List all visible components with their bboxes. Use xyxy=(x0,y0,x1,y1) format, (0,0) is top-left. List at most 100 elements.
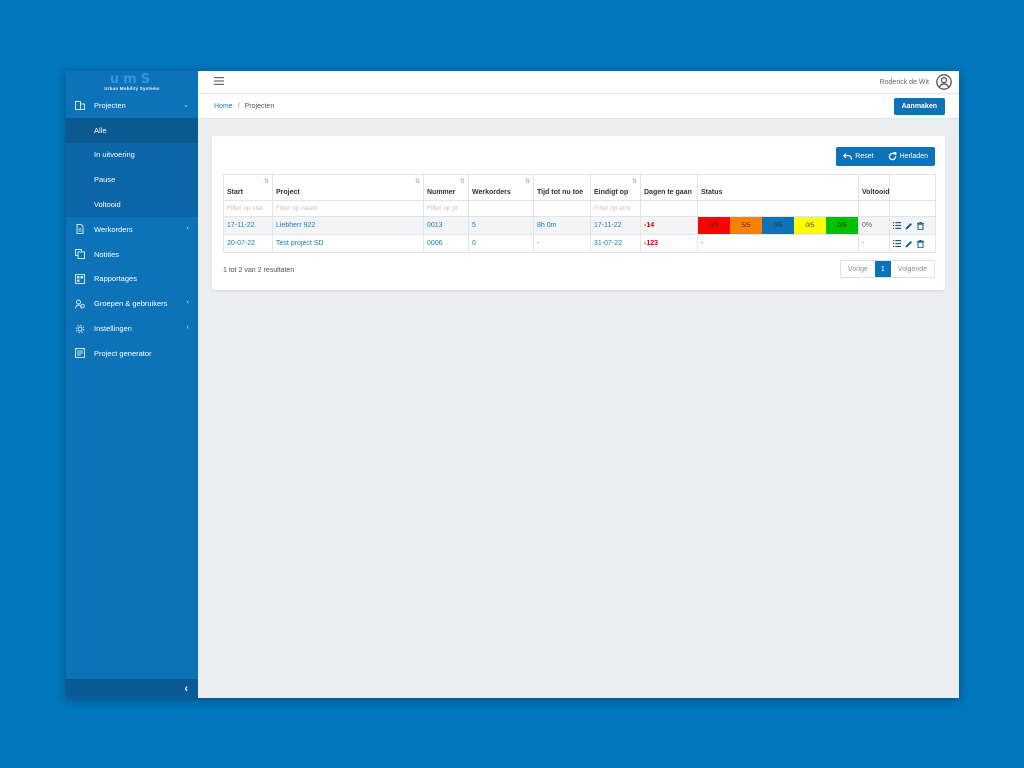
column-header-label: Voltooid xyxy=(862,189,890,196)
sidebar: umS Urban Mobility Systems Projecten ⌄ A… xyxy=(66,71,198,698)
filter-project-input[interactable]: Filter op naam xyxy=(272,200,424,217)
cell-tijd: - xyxy=(533,234,591,253)
cell-nummer[interactable]: 0013 xyxy=(423,216,469,235)
list-icon[interactable] xyxy=(893,240,901,247)
gear-icon xyxy=(75,324,85,334)
topbar: Roderick de Wit xyxy=(198,71,959,94)
breadcrumb-current: Projecten xyxy=(244,102,275,110)
sidebar-item-projecten[interactable]: Projecten ⌄ xyxy=(66,93,198,118)
cell-werkorders[interactable]: 0 xyxy=(468,234,534,253)
list-icon[interactable] xyxy=(893,222,901,229)
sidebar-subitem-label: Alle xyxy=(94,125,107,135)
sidebar-item-rapportages[interactable]: Rapportages xyxy=(66,267,198,292)
breadcrumb: Home / Projecten xyxy=(214,103,274,110)
cell-project[interactable]: Liebherr 922 xyxy=(272,216,424,235)
sidebar-item-instellingen[interactable]: Instellingen ‹ xyxy=(66,316,198,341)
sidebar-item-notities[interactable]: Notities xyxy=(66,242,198,267)
sidebar-subitem-alle[interactable]: Alle xyxy=(66,117,198,143)
sidebar-item-groepen-gebruikers[interactable]: Groepen & gebruikers ‹ xyxy=(66,291,198,316)
sidebar-subitem-label: Voltooid xyxy=(94,200,121,210)
sidebar-item-label: Rapportages xyxy=(94,274,137,284)
user-menu[interactable]: Roderick de Wit xyxy=(880,74,952,90)
filter-empty xyxy=(468,200,534,217)
cell-eindigt[interactable]: 31-07-22 xyxy=(590,234,641,253)
results-summary: 1 tot 2 van 2 resultaten xyxy=(223,267,295,274)
sidebar-item-werkorders[interactable]: Werkorders ‹ xyxy=(66,217,198,242)
sort-icon: ⇅ xyxy=(524,179,530,185)
delete-icon[interactable] xyxy=(917,221,924,230)
column-header-label: Status xyxy=(701,189,723,196)
column-header-voltooid: Voltooid xyxy=(858,174,890,201)
delete-icon[interactable] xyxy=(917,239,924,248)
column-header-tijd: Tijd tot nu toe xyxy=(533,174,591,201)
report-icon xyxy=(75,273,85,284)
cell-tijd[interactable]: 8h 0m xyxy=(533,216,591,235)
logo-subtitle: Urban Mobility Systems xyxy=(104,85,160,91)
sidebar-item-label: Werkorders xyxy=(94,224,133,234)
projects-card: Reset Herladen ↓⇅ Start ⇅ Project ⇅ Nummer xyxy=(212,136,945,290)
status-bar: 0/5 5/5 0/5 0/5 0/5 xyxy=(698,217,858,234)
column-header-label: Eindigt op xyxy=(594,189,629,196)
filter-row: Filter op star Filter op naam Filter op … xyxy=(223,200,936,217)
cell-nummer[interactable]: 0006 xyxy=(423,234,469,253)
logo[interactable]: umS Urban Mobility Systems xyxy=(66,71,198,93)
document-icon xyxy=(75,224,85,235)
app-window: umS Urban Mobility Systems Projecten ⌄ A… xyxy=(66,71,959,698)
sidebar-subitem-pause[interactable]: Pause xyxy=(66,167,198,192)
cell-status: - xyxy=(697,234,859,253)
pagination-next-button[interactable]: Volgende xyxy=(891,261,934,277)
chevron-left-icon: ‹ xyxy=(186,324,189,332)
menu-icon[interactable] xyxy=(214,76,224,88)
column-header-label: Start xyxy=(227,189,243,196)
cell-dagen: -123 xyxy=(640,234,698,253)
sidebar-item-label: Projecten xyxy=(94,100,126,110)
row-actions xyxy=(893,239,932,248)
sidebar-subitem-label: In uitvoering xyxy=(94,150,135,160)
breadcrumb-home-link[interactable]: Home xyxy=(214,103,233,110)
sidebar-submenu: Alle In uitvoering Pause Voltooid xyxy=(66,117,198,217)
filter-eindigt-input[interactable]: Filter op einc xyxy=(590,200,641,217)
column-header-label: Tijd tot nu toe xyxy=(537,189,584,196)
column-header-eindigt-op[interactable]: ⇅ Eindigt op xyxy=(590,174,641,201)
table-row[interactable]: 20-07-22 Test project SD 0006 0 - 31-07-… xyxy=(223,234,936,253)
filter-nummer-input[interactable]: Filter op pr xyxy=(423,200,469,217)
cell-start[interactable]: 17-11-22 xyxy=(223,216,273,235)
edit-icon[interactable] xyxy=(905,240,913,248)
pagination-page-button[interactable]: 1 xyxy=(874,261,891,277)
cell-project[interactable]: Test project SD xyxy=(272,234,424,253)
table-toolbar: Reset Herladen xyxy=(836,147,935,166)
pagination-prev-button[interactable]: Vorige xyxy=(841,261,875,277)
sidebar-item-label: Instellingen xyxy=(94,324,132,334)
sidebar-subitem-in-uitvoering[interactable]: In uitvoering xyxy=(66,143,198,168)
column-header-project[interactable]: ⇅ Project xyxy=(272,174,424,201)
filter-empty xyxy=(640,200,698,217)
reload-button[interactable]: Herladen xyxy=(881,147,935,166)
reset-button[interactable]: Reset xyxy=(836,147,880,166)
breadcrumb-separator: / xyxy=(237,102,240,110)
column-header-werkorders[interactable]: ⇅ Werkorders xyxy=(468,174,534,201)
sidebar-item-project-generator[interactable]: Project generator xyxy=(66,341,198,366)
table-row[interactable]: 17-11-22 Liebherr 922 0013 5 8h 0m 17-11… xyxy=(223,216,936,235)
column-header-actions xyxy=(889,174,936,201)
sidebar-item-label: Project generator xyxy=(94,348,152,358)
main-content: Roderick de Wit Home / Projecten Aanmaken … xyxy=(198,71,959,698)
status-segment: 5/5 xyxy=(730,217,762,234)
filter-start-input[interactable]: Filter op star xyxy=(223,200,273,217)
sidebar-collapse-button[interactable]: ‹ xyxy=(66,679,198,698)
filter-empty xyxy=(533,200,591,217)
column-header-nummer[interactable]: ⇅ Nummer xyxy=(423,174,469,201)
column-header-label: Dagen te gaan xyxy=(644,189,692,196)
edit-icon[interactable] xyxy=(905,222,913,230)
notes-icon xyxy=(75,249,85,260)
avatar-icon xyxy=(936,74,952,90)
cell-werkorders[interactable]: 5 xyxy=(468,216,534,235)
create-button[interactable]: Aanmaken xyxy=(893,97,945,115)
column-header-label: Nummer xyxy=(427,189,456,196)
sort-icon: ⇅ xyxy=(459,179,465,185)
cell-eindigt[interactable]: 17-11-22 xyxy=(590,216,641,235)
sidebar-subitem-voltooid[interactable]: Voltooid xyxy=(66,192,198,217)
sidebar-item-label: Groepen & gebruikers xyxy=(94,299,168,309)
column-header-start[interactable]: ↓⇅ Start xyxy=(223,174,273,201)
undo-icon xyxy=(843,153,853,160)
cell-start[interactable]: 20-07-22 xyxy=(223,234,273,253)
